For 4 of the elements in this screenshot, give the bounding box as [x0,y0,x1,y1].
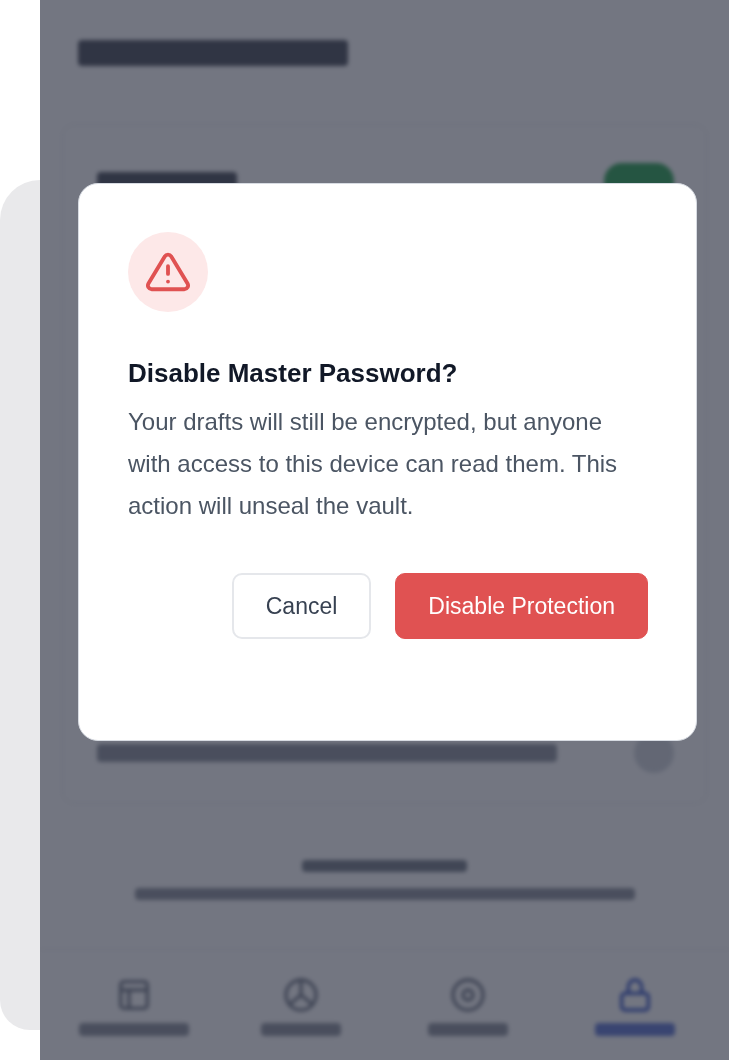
cancel-button[interactable]: Cancel [231,573,372,639]
dialog-title: Disable Master Password? [128,357,459,390]
dialog-message: Your drafts will still be encrypted, but anyone with access to this device can read them. This action will unseal the vault. [128,407,619,521]
disable-button[interactable]: Disable Protection [395,573,648,639]
